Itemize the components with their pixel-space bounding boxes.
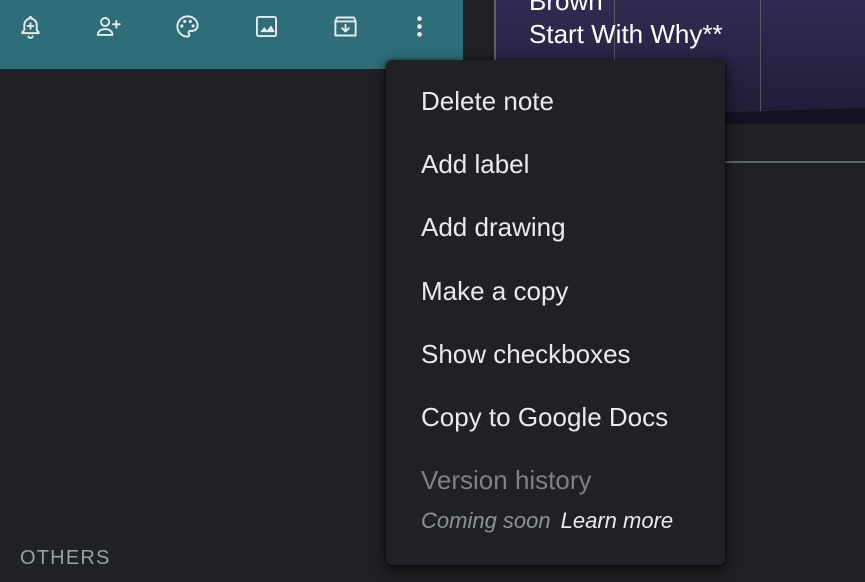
menu-item-show-checkboxes[interactable]: Show checkboxes — [386, 326, 725, 382]
palette-icon — [175, 14, 199, 38]
menu-item-copy-to-google-docs[interactable]: Copy to Google Docs — [386, 389, 725, 445]
note-text-line: Start With Why** — [529, 19, 723, 49]
archive-button[interactable] — [326, 7, 364, 45]
add-image-button[interactable] — [247, 7, 285, 45]
note-toolbar — [0, 0, 463, 69]
coming-soon-label: Coming soon — [421, 508, 551, 533]
person-add-icon — [96, 16, 121, 36]
bell-plus-icon — [20, 15, 40, 39]
remind-me-button[interactable] — [11, 7, 49, 45]
learn-more-link[interactable]: Learn more — [561, 508, 674, 533]
menu-item-version-history: Version history — [421, 464, 592, 495]
coming-soon-row: Coming soon Learn more — [421, 508, 673, 534]
note-text-line: Brown — [529, 0, 603, 16]
image-icon — [255, 15, 277, 37]
more-vert-icon — [416, 15, 422, 37]
menu-item-make-copy[interactable]: Make a copy — [386, 263, 725, 319]
menu-item-delete-note[interactable]: Delete note — [386, 73, 725, 129]
menu-item-add-drawing[interactable]: Add drawing — [386, 199, 725, 255]
archive-icon — [333, 16, 357, 36]
menu-item-add-label[interactable]: Add label — [386, 136, 725, 192]
collaborator-button[interactable] — [89, 7, 127, 45]
note-options-menu: Delete note Add label Add drawing Make a… — [386, 60, 725, 565]
more-options-button[interactable] — [400, 7, 438, 45]
background-options-button[interactable] — [168, 7, 206, 45]
others-section-label: OTHERS — [20, 547, 111, 569]
